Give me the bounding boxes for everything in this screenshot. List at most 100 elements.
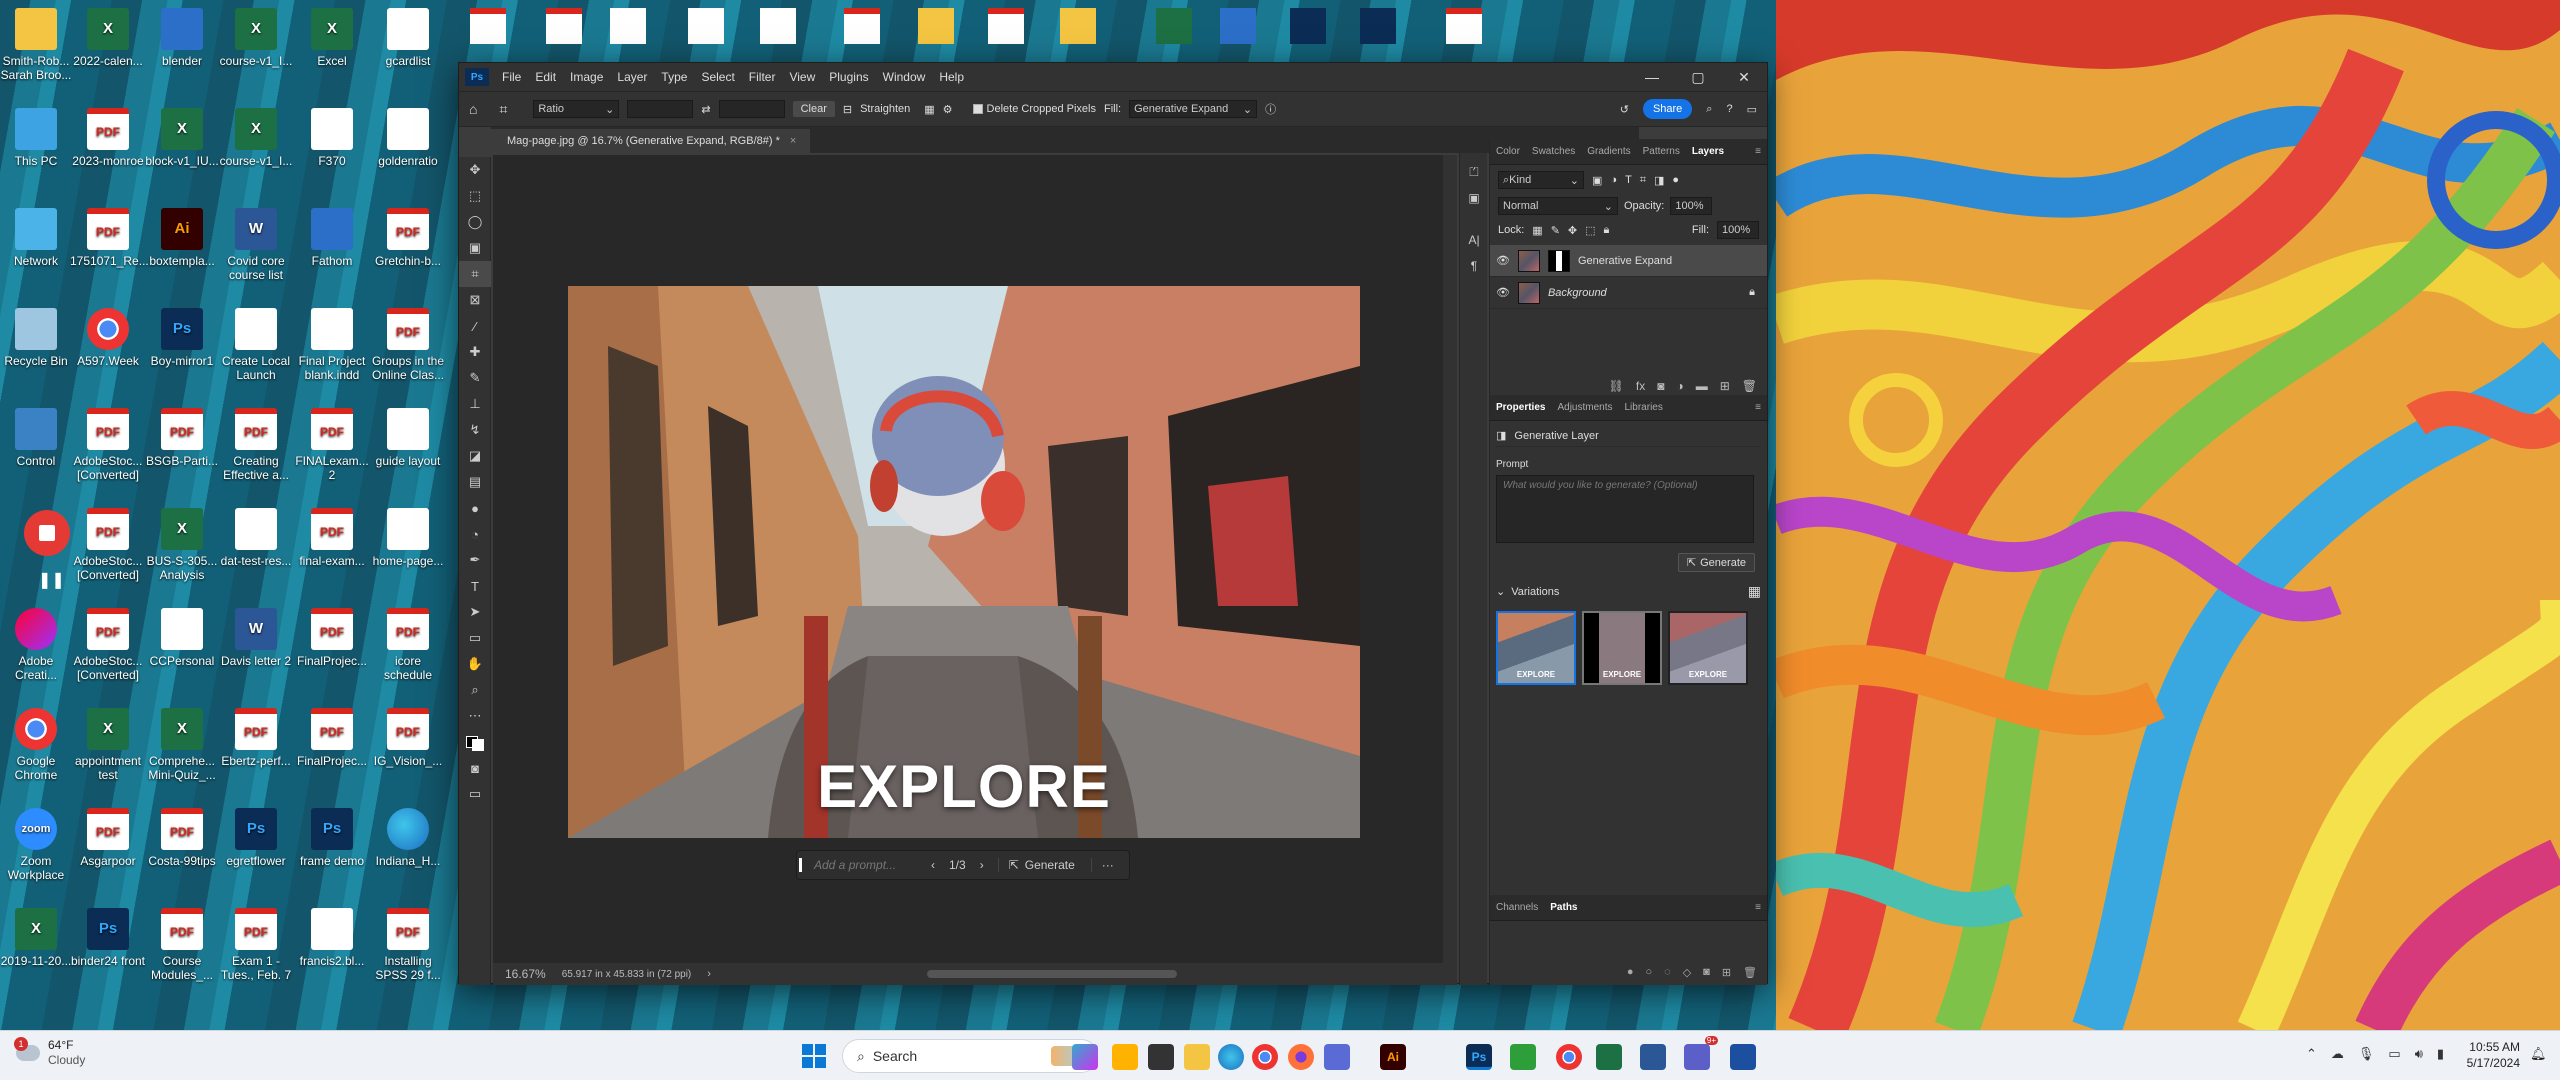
desktop-icon[interactable]: PDF Gretchin-b... [370, 208, 446, 268]
move-tool-icon[interactable]: ✥ [459, 157, 491, 183]
opacity-input[interactable]: 100% [1670, 197, 1713, 215]
filter-smart-icon[interactable]: ◨ [1654, 174, 1664, 187]
chevron-up-icon[interactable]: ⌃ [2306, 1046, 2317, 1062]
make-path-icon[interactable]: ◇ [1683, 966, 1691, 979]
network-icon[interactable]: ▭ [2388, 1046, 2400, 1062]
desktop-icon[interactable]: dat-test-res... [218, 508, 294, 568]
cloud-sync-icon[interactable]: ☁︎ [2331, 1046, 2344, 1062]
horizontal-scrollbar[interactable] [926, 970, 1177, 978]
taskbar-search[interactable]: ⌕ Search [842, 1039, 1098, 1073]
desktop-icon[interactable]: This PC [0, 108, 74, 168]
desktop-icon[interactable]: Xblock-v1_IU... [144, 108, 220, 168]
delete-layer-icon[interactable]: 🗑︎ [1742, 379, 1757, 393]
load-selection-icon[interactable]: ◌ [1664, 966, 1671, 979]
copilot-icon[interactable] [1072, 1044, 1098, 1070]
blend-mode-select[interactable]: Normal ⌄ [1498, 197, 1618, 215]
variation-thumb[interactable]: EXPLORE [1496, 611, 1576, 685]
menu-edit[interactable]: Edit [528, 70, 563, 84]
status-arrow-icon[interactable]: › [707, 968, 711, 980]
canvas-scrollbar[interactable] [1443, 155, 1457, 963]
rectangle-tool-icon[interactable]: ▭ [459, 625, 491, 651]
desktop-icon[interactable]: Indiana_H... [370, 808, 446, 868]
desktop-icon[interactable]: Network [0, 208, 74, 268]
prev-variation-icon[interactable]: ‹ [931, 858, 935, 872]
desktop-icon[interactable]: X Excel [294, 8, 370, 68]
desktop-icon[interactable]: blender [144, 8, 220, 68]
variation-thumb[interactable]: EXPLORE [1582, 611, 1662, 685]
chrome-icon[interactable] [1252, 1044, 1278, 1070]
desktop-icon[interactable]: PDF FinalProjec... [294, 708, 370, 768]
character-icon[interactable]: A| [1460, 227, 1488, 253]
filter-adjust-icon[interactable]: ◑ [1610, 174, 1617, 186]
fill-path-icon[interactable]: ● [1627, 966, 1634, 979]
desktop-icon[interactable]: PDF AdobeStoc... [Converted] [70, 408, 146, 482]
desktop-icon[interactable]: PDF final-exam... [294, 508, 370, 568]
desktop-icon[interactable]: Ps egretflower [218, 808, 294, 868]
paragraph-icon[interactable]: ¶ [1460, 253, 1488, 279]
desktop-icon[interactable]: zoom Zoom Workplace [0, 808, 74, 882]
ratio-select[interactable]: Ratio ⌄ [533, 100, 620, 118]
notification-bell-icon[interactable]: 🔔︎ [2530, 1046, 2547, 1062]
desktop-icon[interactable]: Recycle Bin [0, 308, 74, 368]
path-select-icon[interactable]: ➤ [459, 599, 491, 625]
stroke-path-icon[interactable]: ○ [1645, 966, 1652, 979]
quick-mask-icon[interactable]: ◙ [459, 755, 491, 781]
eraser-tool-icon[interactable]: ◪ [459, 443, 491, 469]
lasso-tool-icon[interactable]: ◯ [459, 209, 491, 235]
desktop-icon[interactable]: X BUS-S-305... Analysis [144, 508, 220, 582]
panel-tab-swatches[interactable]: Swatches [1526, 146, 1581, 157]
panel-tab-adjustments[interactable]: Adjustments [1551, 402, 1618, 413]
edge-icon[interactable] [1218, 1044, 1244, 1070]
prompt-input[interactable]: Add a prompt... [799, 858, 919, 872]
desktop-icon[interactable]: PDF Exam 1 - Tues., Feb. 7 [218, 908, 294, 982]
ratio-height-input[interactable] [718, 100, 785, 118]
visibility-eye-icon[interactable]: 👁︎ [1496, 286, 1510, 299]
desktop-icon[interactable]: PDF AdobeStoc... [Converted] [70, 608, 146, 682]
filter-type-icon[interactable]: T [1625, 174, 1632, 186]
desktop-icon[interactable]: Create Local Launch [218, 308, 294, 382]
fill-input[interactable]: 100% [1717, 221, 1759, 239]
history-brush-icon[interactable]: ↯ [459, 417, 491, 443]
clear-button[interactable]: Clear [792, 101, 835, 117]
desktop-icon[interactable]: guide layout [370, 408, 446, 468]
desktop-icon[interactable]: Xcourse-v1_I... [218, 8, 294, 68]
grid-overlay-icon[interactable]: ▦ [924, 103, 934, 116]
prompt-textarea[interactable]: What would you like to generate? (Option… [1496, 475, 1754, 543]
desktop-icon[interactable]: X 2019-11-20... [0, 908, 74, 968]
filter-pixel-icon[interactable]: ▣ [1592, 174, 1602, 187]
menu-view[interactable]: View [782, 70, 822, 84]
desktop-icon[interactable]: Xappointment test [70, 708, 146, 782]
hand-tool-icon[interactable]: ✋ [459, 651, 491, 677]
desktop-icon[interactable]: W Covid core course list [218, 208, 294, 282]
desktop-icon[interactable]: PDF BSGB-Parti... [144, 408, 220, 468]
stop-record-button[interactable] [24, 510, 70, 556]
visibility-eye-icon[interactable]: 👁︎ [1496, 254, 1510, 267]
comments-icon[interactable]: ▣ [1460, 185, 1488, 211]
panel-tab-libraries[interactable]: Libraries [1619, 402, 1669, 413]
brush-tool-icon[interactable]: ✎ [459, 365, 491, 391]
zoom-tool-icon[interactable]: ⌕ [459, 677, 491, 703]
more-options-icon[interactable]: ··· [1090, 858, 1114, 872]
info-icon[interactable]: ⓘ [1265, 101, 1276, 117]
desktop-icon[interactable]: Ps Boy-mirror1 [144, 308, 220, 368]
word-taskbar-icon[interactable] [1640, 1044, 1666, 1070]
desktop-icon[interactable]: Xcourse-v1_I... [218, 108, 294, 168]
menu-help[interactable]: Help [932, 70, 971, 84]
doc-tab[interactable]: Mag-page.jpg @ 16.7% (Generative Expand,… [491, 129, 811, 153]
panel-menu-icon[interactable]: ≡ [1749, 402, 1767, 413]
menu-layer[interactable]: Layer [610, 70, 654, 84]
panel-menu-icon[interactable]: ≡ [1749, 146, 1767, 157]
start-button[interactable] [802, 1044, 826, 1068]
panel-menu-icon[interactable]: ≡ [1749, 902, 1767, 913]
zoom-level[interactable]: 16.67% [505, 967, 546, 981]
home-icon[interactable]: ⌂ [469, 101, 477, 117]
desktop-icon[interactable]: X Comprehe... Mini-Quiz_... [144, 708, 220, 782]
desktop-icon[interactable]: gcardlist [370, 8, 446, 68]
chevron-down-icon[interactable]: ⌄ [1496, 585, 1505, 598]
desktop-icon[interactable]: A597.Week [70, 308, 146, 368]
desktop-icon[interactable]: home-page... [370, 508, 446, 568]
desktop-icon[interactable]: CCPersonal [144, 608, 220, 668]
lock-pixels-icon[interactable]: ✎ [1551, 224, 1560, 237]
lock-position-icon[interactable]: ✥ [1568, 224, 1577, 237]
more-tools-icon[interactable]: ⋯ [459, 703, 491, 729]
